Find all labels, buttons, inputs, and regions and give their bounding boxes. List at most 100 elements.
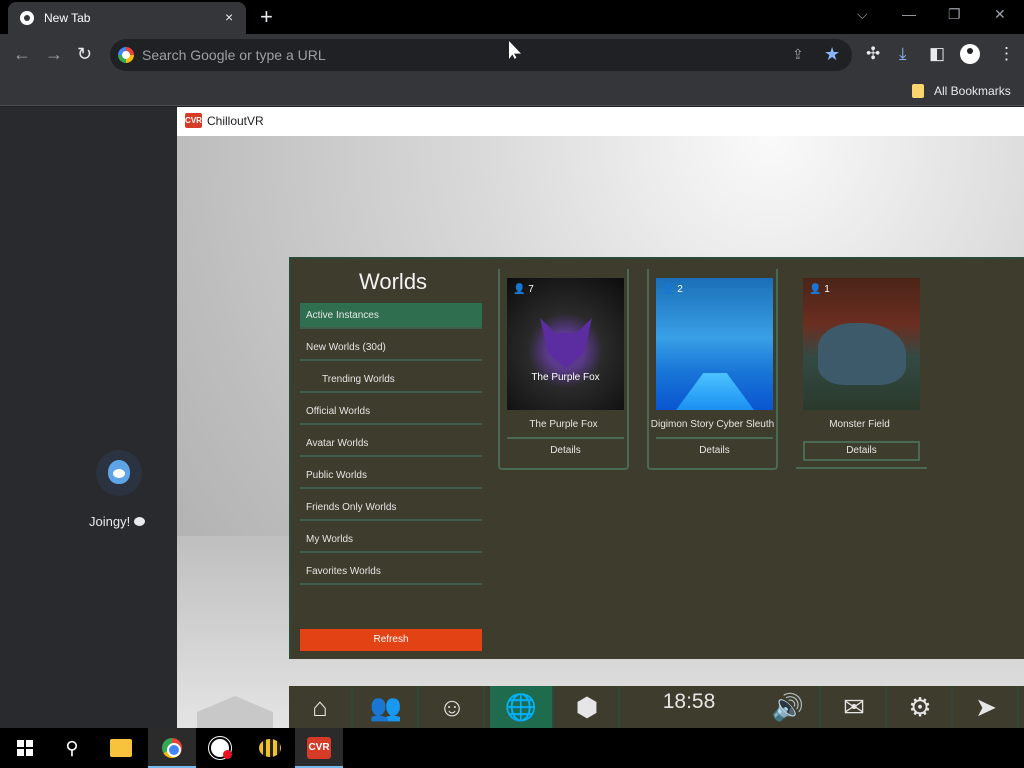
tab-title: New Tab [44, 11, 91, 25]
side-panel-icon[interactable]: ◧ [929, 44, 945, 64]
google-icon [118, 47, 134, 63]
pointer-icon[interactable]: ➤ [955, 686, 1019, 728]
world-name: Digimon Story Cyber Sleuth [650, 419, 775, 430]
download-icon[interactable]: ⤓ [899, 44, 907, 64]
chrome-icon [162, 738, 182, 758]
bunny-icon [108, 460, 130, 484]
user-icon: 👤 [809, 284, 825, 295]
player-count: 👤 7 [513, 284, 534, 295]
worlds-panel: Worlds Active Instances New Worlds (30d)… [289, 257, 1024, 659]
home-icon[interactable]: ⌂ [289, 686, 353, 728]
divider [656, 437, 773, 439]
world-name: Monster Field [829, 419, 890, 430]
category-my-worlds[interactable]: My Worlds [300, 527, 482, 553]
road-image [676, 373, 754, 410]
player-count: 👤 1 [809, 284, 830, 295]
divider [507, 437, 624, 439]
cvr-window-titlebar: CVR ChilloutVR [177, 107, 1024, 136]
back-button[interactable]: ← [13, 44, 31, 65]
chilloutvr-taskbar-button[interactable]: CVR [295, 728, 343, 768]
tab-search-dropdown-icon[interactable]: ⌵ [857, 6, 868, 23]
settings-gear-icon[interactable]: ⚙ [889, 686, 953, 728]
tab-close-icon[interactable]: × [225, 9, 233, 25]
folder-icon [110, 739, 132, 757]
share-icon[interactable]: ⇪ [792, 46, 804, 63]
user-icon: 👤 [513, 284, 529, 295]
details-button[interactable]: Details [803, 441, 920, 461]
fox-image [540, 318, 592, 368]
obs-taskbar-button[interactable] [196, 728, 244, 768]
details-button[interactable]: Details [507, 441, 624, 461]
world-name: The Purple Fox [529, 419, 598, 430]
category-official-worlds[interactable]: Official Worlds [300, 399, 482, 425]
player-count-value: 7 [528, 284, 534, 295]
chilloutvr-logo-icon: CVR [185, 113, 202, 128]
tab-new-tab[interactable]: New Tab × [8, 2, 246, 34]
restore-button[interactable]: ❐ [948, 6, 961, 23]
world-card[interactable]: The Purple Fox 👤 7 The Purple Fox Detail… [498, 269, 629, 470]
browser-toolbar: ← → ↻ Search Google or type a URL ⇪ ★ ✣ … [0, 34, 1024, 76]
file-explorer-button[interactable] [98, 728, 146, 768]
dock-clock: 18:58 [662, 690, 716, 713]
obs-icon [209, 737, 232, 759]
world-thumbnail[interactable]: 👤 2 [656, 278, 773, 410]
all-bookmarks-button[interactable]: All Bookmarks [934, 84, 1011, 98]
worlds-globe-icon[interactable]: 🌐 [490, 686, 554, 728]
bookmark-star-icon[interactable]: ★ [824, 44, 840, 65]
chrome-tab-icon [20, 11, 34, 25]
windows-taskbar: ⚲ CVR [0, 728, 1024, 768]
world-thumbnail[interactable]: The Purple Fox 👤 7 [507, 278, 624, 410]
player-count-value: 1 [824, 284, 830, 295]
joingy-name: Joingy! [89, 514, 131, 529]
worlds-heading: Worlds [359, 269, 428, 294]
refresh-button[interactable]: Refresh [300, 629, 482, 651]
menu-kebab-icon[interactable]: ⋮ [998, 44, 1015, 64]
world-card[interactable]: 👤 1 Monster Field Details [796, 269, 927, 470]
details-button[interactable]: Details [656, 441, 773, 461]
profile-icon[interactable]: ☺ [421, 686, 485, 728]
tab-strip: New Tab × + ⌵ — ❐ ✕ [0, 0, 1024, 34]
category-friends-only-worlds[interactable]: Friends Only Worlds [300, 495, 482, 521]
avatars-cube-icon[interactable]: ⬢ [556, 686, 620, 728]
category-favorites-worlds[interactable]: Favorites Worlds [300, 559, 482, 585]
windows-logo-icon [17, 740, 33, 756]
category-avatar-worlds[interactable]: Avatar Worlds [300, 431, 482, 457]
folder-icon [912, 84, 924, 98]
bee-icon [259, 739, 281, 757]
extensions-icon[interactable]: ✣ [866, 44, 880, 64]
category-new-worlds[interactable]: New Worlds (30d) [300, 335, 482, 361]
user-icon: 👤 [662, 284, 678, 295]
category-active-instances[interactable]: Active Instances [300, 303, 482, 329]
volume-icon[interactable]: 🔊 [757, 686, 821, 728]
world-card[interactable]: 👤 2 Digimon Story Cyber Sleuth Details [647, 269, 778, 470]
minimize-button[interactable]: — [902, 6, 916, 22]
quick-menu-dock: ⌂ 👥 ☺ 🌐 ⬢ 18:58 🔊 ✉ ⚙ ➤ [289, 686, 1024, 728]
search-icon[interactable]: ⚲ [48, 728, 96, 768]
profile-avatar-icon[interactable] [960, 44, 980, 64]
forward-button[interactable]: → [45, 44, 63, 65]
cvr-window-title: ChilloutVR [207, 114, 264, 128]
category-public-worlds[interactable]: Public Worlds [300, 463, 482, 489]
page-left-area [0, 107, 177, 728]
joingy-avatar[interactable] [96, 450, 142, 496]
player-count-value: 2 [677, 284, 683, 295]
start-button[interactable] [0, 728, 48, 768]
address-bar[interactable]: Search Google or type a URL ⇪ ★ [110, 39, 852, 71]
close-window-button[interactable]: ✕ [994, 6, 1006, 23]
category-trending-worlds[interactable]: Trending Worlds [300, 367, 482, 393]
bee-app-button[interactable] [246, 728, 294, 768]
new-tab-button[interactable]: + [260, 4, 273, 30]
chat-bubble-icon [134, 517, 146, 526]
bookmarks-bar: All Bookmarks [0, 76, 1024, 106]
divider [796, 467, 927, 469]
joingy-label[interactable]: Joingy! [89, 514, 146, 529]
monster-image [818, 323, 906, 385]
reload-button[interactable]: ↻ [77, 44, 92, 65]
world-thumbnail[interactable]: 👤 1 [803, 278, 920, 410]
thumbnail-caption: The Purple Fox [531, 372, 600, 383]
friends-icon[interactable]: 👥 [355, 686, 419, 728]
chilloutvr-icon: CVR [307, 737, 331, 759]
chrome-taskbar-button[interactable] [148, 728, 196, 768]
player-count: 👤 2 [662, 284, 683, 295]
messages-icon[interactable]: ✉ [823, 686, 887, 728]
